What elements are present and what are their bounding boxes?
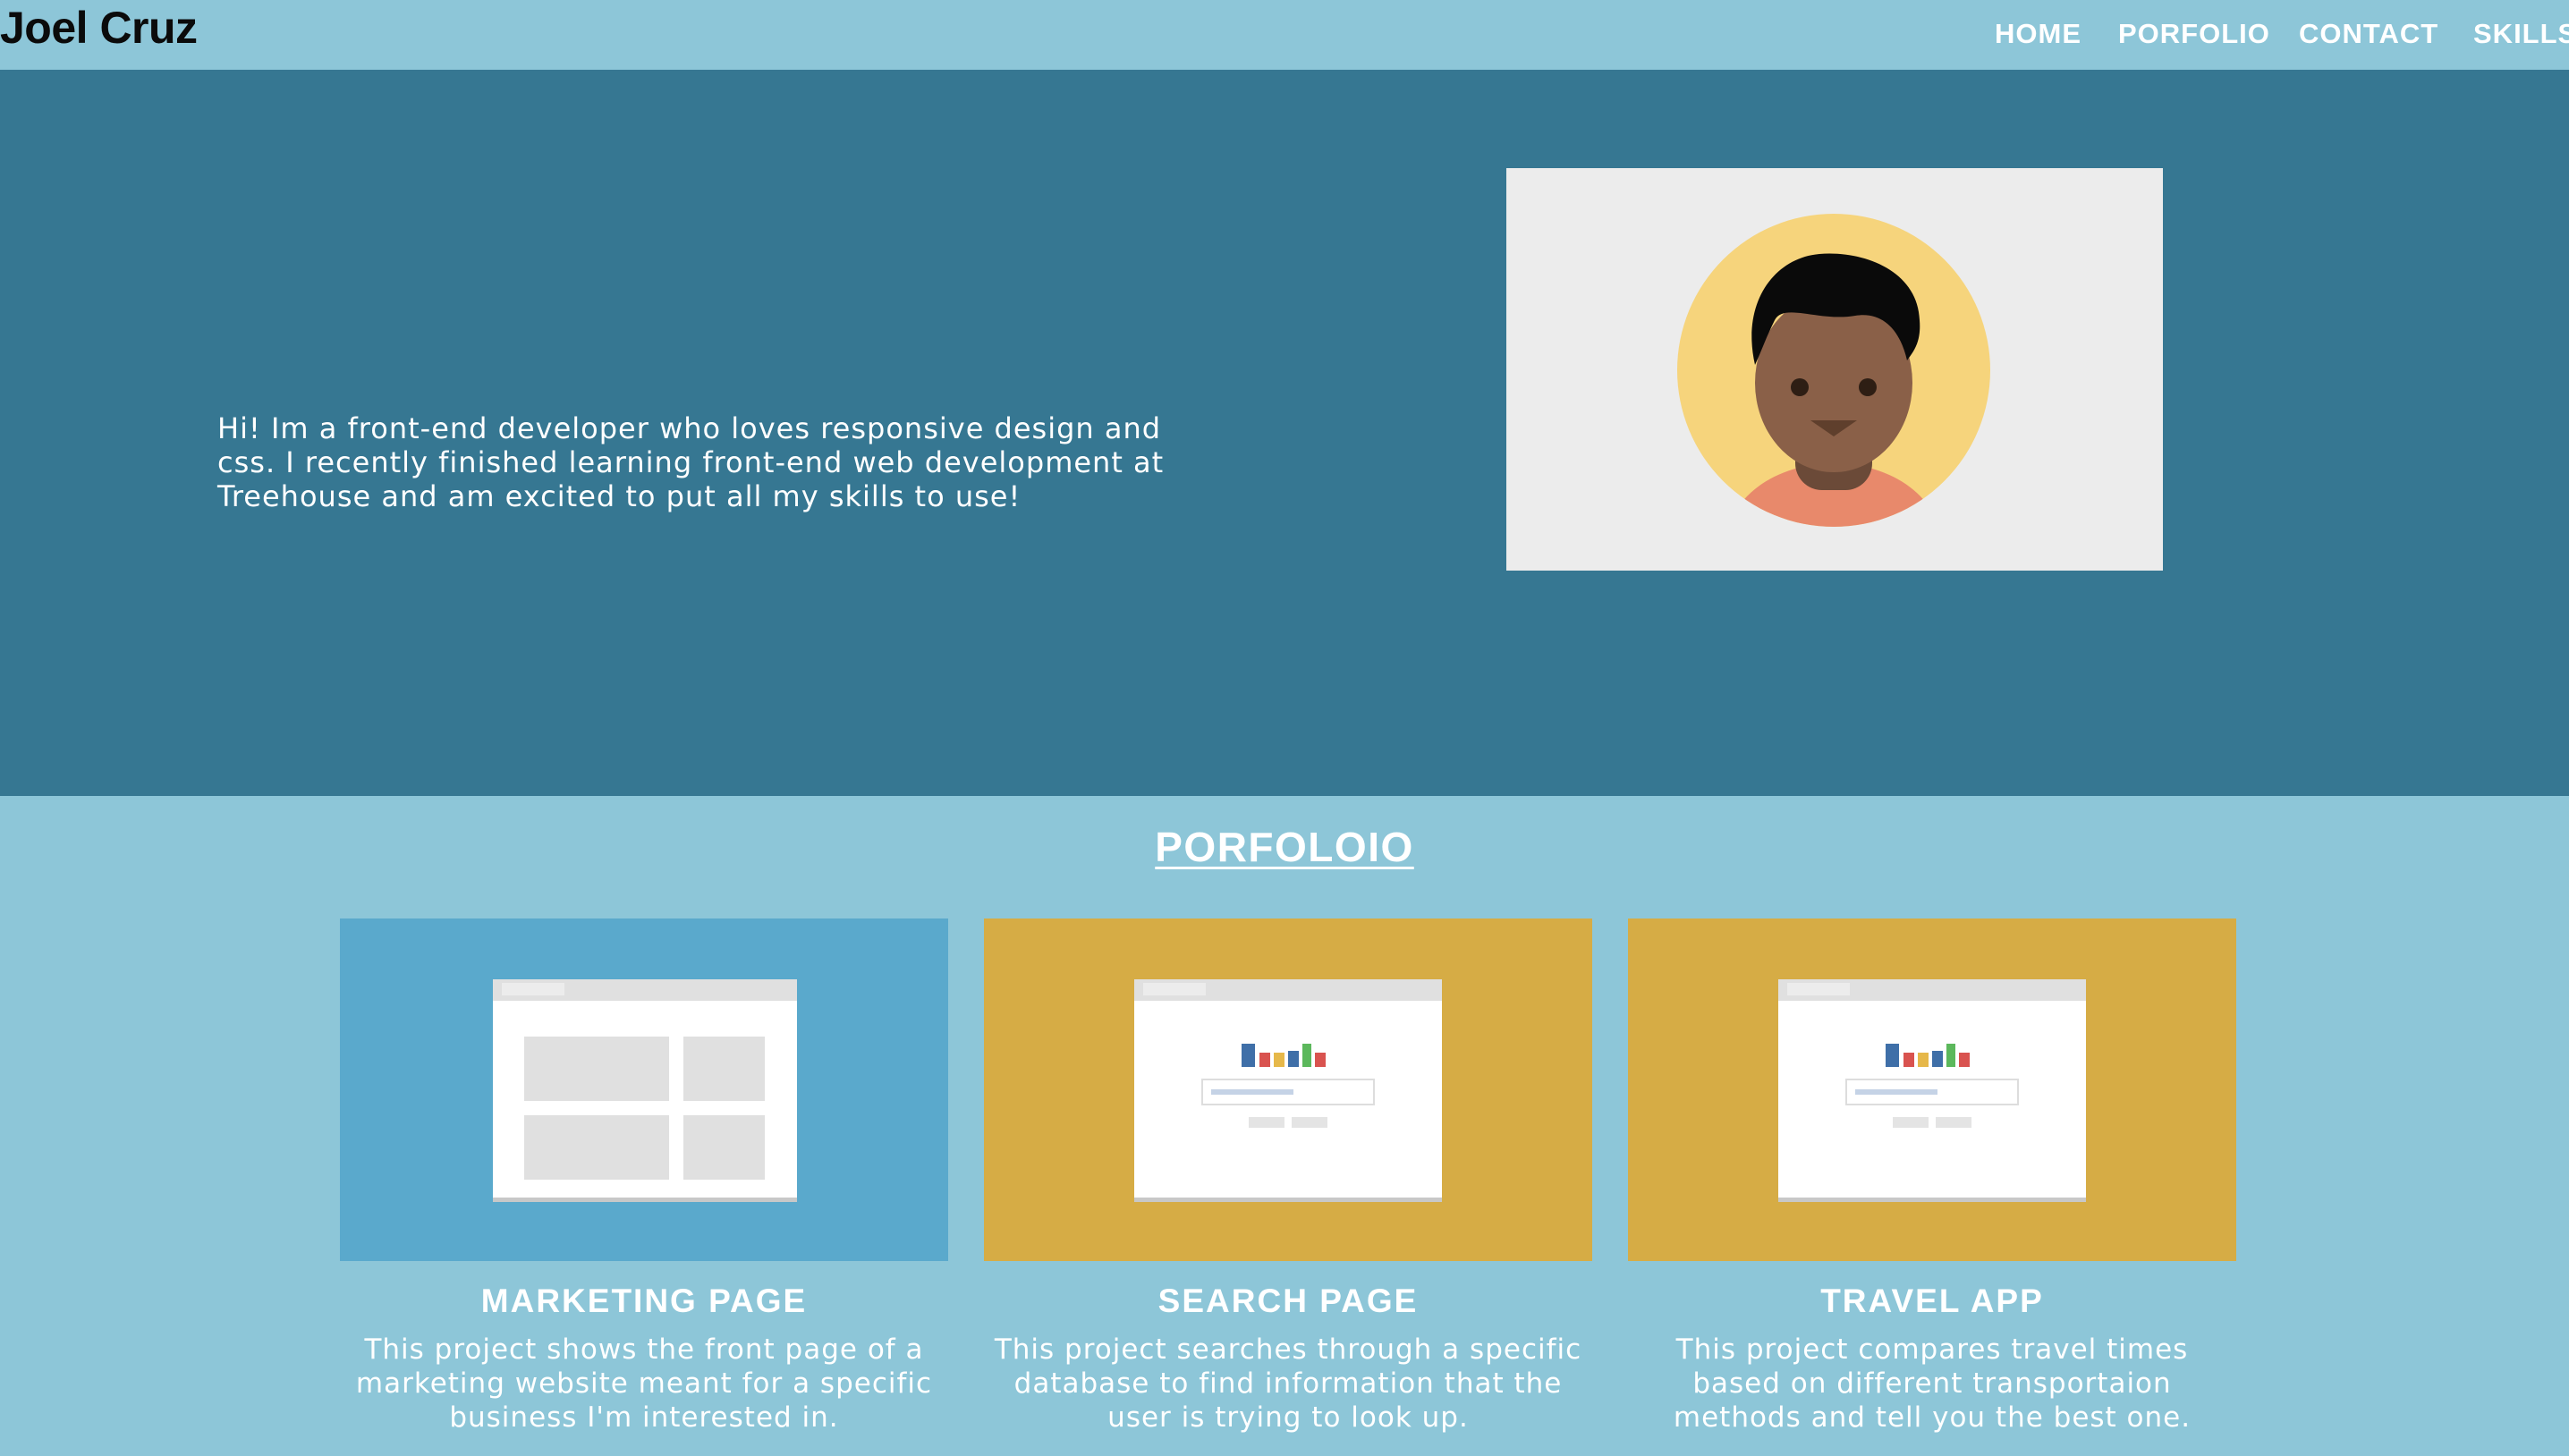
project-title: SEARCH PAGE <box>1157 1282 1419 1319</box>
project-description: This project compares travel times based… <box>1673 1333 2192 1434</box>
project-card[interactable]: TRAVEL APP This project compares travel … <box>1628 918 2236 1435</box>
hero-intro-text: Hi! Im a front-end developer who loves r… <box>217 411 1165 513</box>
project-thumbnail[interactable] <box>984 918 1592 1261</box>
nav-contact-link[interactable]: CONTACT <box>2299 18 2438 50</box>
avatar-card <box>1506 168 2163 571</box>
nav-skills-link[interactable]: SKILLS <box>2473 18 2569 50</box>
project-description: This project shows the front page of a m… <box>355 1333 933 1434</box>
portfolio-section-title[interactable]: PORFOLOIO <box>0 823 2569 871</box>
nav-portfolio-link[interactable]: PORFOLIO <box>2118 18 2270 50</box>
project-card[interactable]: SEARCH PAGE This project searches throug… <box>984 918 1592 1435</box>
site-brand[interactable]: Joel Cruz <box>0 2 198 54</box>
hero-section: Hi! Im a front-end developer who loves r… <box>0 70 2569 796</box>
project-description: This project searches through a specific… <box>994 1333 1582 1434</box>
project-title: MARKETING PAGE <box>480 1282 808 1319</box>
project-thumbnail[interactable] <box>1628 918 2236 1261</box>
project-thumbnail[interactable] <box>340 918 948 1261</box>
search-browser-icon <box>1134 979 1442 1202</box>
project-title: TRAVEL APP <box>1820 1282 2044 1319</box>
layout-grid-browser-icon <box>493 979 797 1202</box>
project-card[interactable]: MARKETING PAGE This project shows the fr… <box>340 918 948 1435</box>
site-header: Joel Cruz HOME PORFOLIO CONTACT SKILLS <box>0 0 2569 70</box>
nav-home-link[interactable]: HOME <box>1995 18 2081 50</box>
search-browser-icon <box>1778 979 2086 1202</box>
person-avatar-icon <box>1677 214 1990 527</box>
